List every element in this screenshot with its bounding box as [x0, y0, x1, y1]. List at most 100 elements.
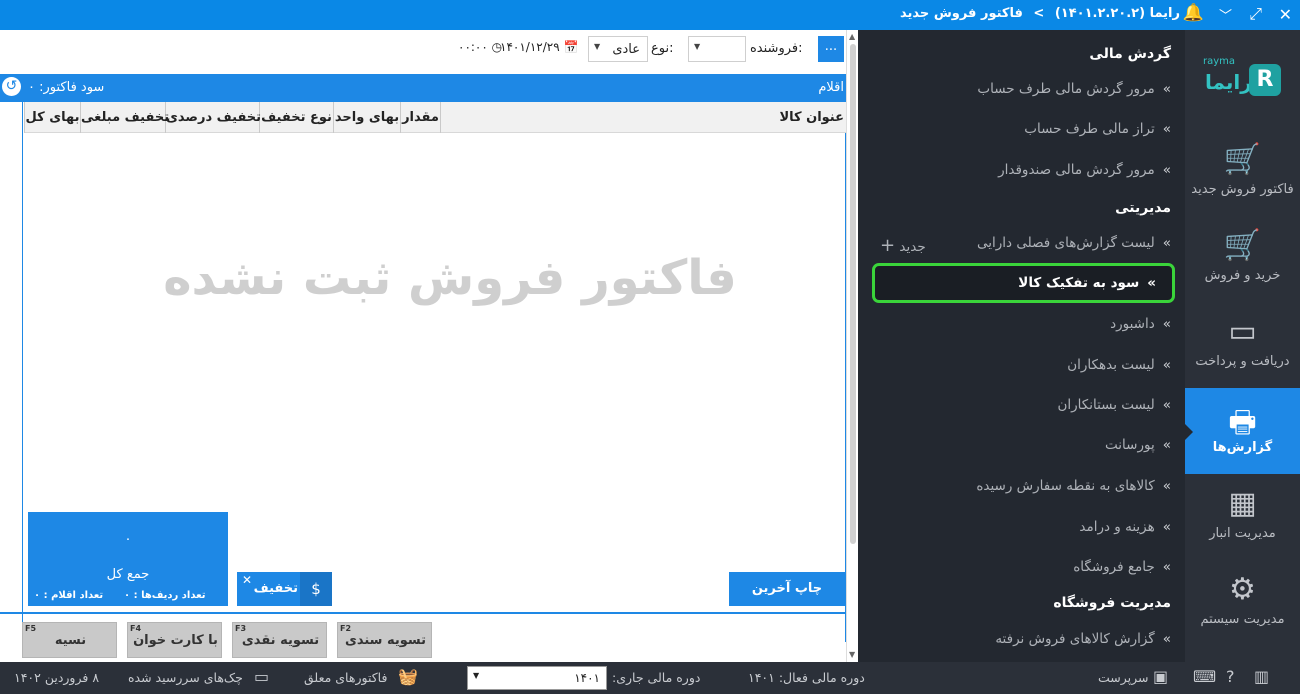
menu-item[interactable]: »تراز مالی طرف حساب: [1024, 121, 1171, 137]
col-unit-price[interactable]: بهای واحد: [333, 102, 400, 133]
period-select[interactable]: ▼ ۱۴۰۱: [467, 666, 607, 690]
double-chevron-icon: »: [1162, 121, 1171, 137]
button-label: تسویه سندی: [344, 633, 427, 648]
document-settlement-button[interactable]: F2 تسویه سندی: [337, 622, 432, 658]
double-chevron-icon: »: [1147, 275, 1156, 291]
dropdown-arrow-icon: ▼: [694, 42, 701, 51]
rayma-logo: rayma رایما R: [1203, 56, 1283, 106]
card-icon[interactable]: ▭: [254, 667, 269, 686]
scrollbar-thumb[interactable]: [850, 44, 856, 544]
shortcut-key: F4: [130, 624, 142, 633]
menu-item[interactable]: »جامع فروشگاه: [1073, 559, 1171, 575]
section-store: مدیریت فروشگاه: [1053, 595, 1171, 611]
col-discount-percent[interactable]: تخفیف درصدی: [165, 102, 261, 133]
section-management: مدیریتی: [1115, 200, 1171, 216]
app-version: (۱۴۰۱.۲.۲۰.۲): [1054, 6, 1146, 21]
items-header: اقلام: [818, 80, 844, 95]
expand-icon[interactable]: ⤢: [1249, 4, 1262, 24]
bell-icon[interactable]: 🔔: [1183, 3, 1204, 23]
chevron-down-icon[interactable]: ﹀: [1219, 5, 1232, 24]
menu-item[interactable]: »داشبورد: [1110, 316, 1171, 332]
button-label: با کارت خوان: [133, 633, 218, 648]
sidebar-item-new-invoice[interactable]: 🛒 فاکتور فروش جدید: [1185, 130, 1300, 216]
active-period: دوره مالی فعال: ۱۴۰۱: [748, 670, 865, 685]
close-icon[interactable]: ✕: [242, 573, 252, 587]
seller-select[interactable]: ▼: [688, 36, 746, 62]
help-icon[interactable]: ?: [1226, 667, 1235, 686]
print-last-invoice-button[interactable]: چاپ آخرین فاکتور: [729, 572, 845, 630]
col-discount-type[interactable]: نوع تخفیف: [259, 102, 333, 133]
menu-item-active[interactable]: »سود به تفکیک کالا: [872, 263, 1175, 303]
new-report-link[interactable]: جدید +: [880, 235, 926, 256]
main-sidebar: rayma رایما R 🛒 فاکتور فروش جدید 🛒 خرید …: [1185, 30, 1300, 662]
pending-invoices-link[interactable]: فاکتورهای معلق: [304, 670, 387, 685]
logo-name: رایما: [1205, 70, 1252, 94]
clock-icon: ◷: [491, 40, 503, 54]
total-label: جمع کل: [106, 567, 150, 582]
double-chevron-icon: »: [1162, 162, 1171, 178]
double-chevron-icon: »: [1162, 81, 1171, 97]
menu-item[interactable]: »لیست بدهکاران: [1067, 357, 1171, 373]
scroll-up-icon[interactable]: ▲: [849, 32, 855, 41]
date-field[interactable]: ۱۴۰۱/۱۲/۲۹ 📅: [500, 40, 578, 54]
type-label: نوع:: [651, 41, 674, 56]
vertical-scrollbar[interactable]: ▲ ▼: [846, 30, 858, 662]
shortcut-key: F5: [25, 624, 37, 633]
reports-menu: گردش مالی »مرور گردش مالی طرف حساب »تراز…: [858, 30, 1185, 662]
menu-item[interactable]: »کالاهای به نقطه سفارش رسیده: [976, 478, 1171, 494]
button-label: تسویه نقدی: [241, 633, 320, 648]
sidebar-item-reports[interactable]: 🖶 گزارش‌ها: [1185, 388, 1300, 474]
scroll-down-icon[interactable]: ▼: [849, 650, 855, 659]
logo-latin: rayma: [1203, 56, 1236, 67]
total-value: ۰: [124, 532, 132, 547]
double-chevron-icon: »: [1162, 631, 1171, 647]
breadcrumb-separator: >: [1033, 6, 1045, 21]
menu-item[interactable]: »گزارش کالاهای فروش نرفته: [995, 631, 1171, 647]
film-icon[interactable]: ▥: [1254, 667, 1269, 686]
button-label: نسیه: [54, 633, 87, 648]
period-value: ۱۴۰۱: [574, 671, 600, 685]
close-icon[interactable]: ✕: [1279, 5, 1292, 24]
double-chevron-icon: »: [1162, 357, 1171, 373]
invoice-panel: ... فروشنده: ▼ نوع: ▼ عادی ۱۴۰۱/۱۲/۲۹ 📅 …: [0, 30, 858, 662]
sidebar-item-system[interactable]: ⚙ مدیریت سیستم: [1185, 560, 1300, 646]
grid-icon: ▦: [1228, 486, 1257, 521]
double-chevron-icon: »: [1162, 316, 1171, 332]
row-count: تعداد ردیف‌ها : ۰: [124, 590, 206, 601]
menu-item[interactable]: »هزینه و درامد: [1079, 519, 1171, 535]
sidebar-item-warehouse[interactable]: ▦ مدیریت انبار: [1185, 474, 1300, 560]
menu-item[interactable]: »پورسانت: [1105, 437, 1171, 453]
app-name: رایما: [1149, 6, 1180, 21]
col-discount-amount[interactable]: تخفیف مبلغی: [80, 102, 169, 133]
invoice-toolbar: ... فروشنده: ▼ نوع: ▼ عادی ۱۴۰۱/۱۲/۲۹ 📅 …: [0, 30, 858, 72]
more-button[interactable]: ...: [818, 36, 844, 62]
cash-settlement-button[interactable]: F3 تسویه نقدی: [232, 622, 327, 658]
calendar-icon: 📅: [563, 40, 579, 54]
discount-button[interactable]: $ تخفیف ✕: [237, 572, 332, 606]
credit-button[interactable]: F5 نسیه: [22, 622, 117, 658]
history-icon[interactable]: ↺: [2, 77, 21, 96]
double-chevron-icon: »: [1162, 397, 1171, 413]
col-product-title[interactable]: عنوان کالا: [440, 102, 846, 133]
basket-icon[interactable]: 🧺: [398, 667, 418, 686]
gear-icon: ⚙: [1229, 572, 1256, 607]
card-icon: ▭: [1228, 314, 1257, 349]
item-count: تعداد اقلام : ۰: [34, 590, 104, 601]
due-cheques-link[interactable]: چک‌های سررسید شده: [128, 670, 243, 685]
invoice-profit: سود فاکتور: ۰: [28, 80, 105, 95]
keyboard-icon[interactable]: ⌨: [1193, 667, 1216, 686]
col-quantity[interactable]: مقدار: [400, 102, 440, 133]
type-select[interactable]: ▼ عادی: [588, 36, 648, 62]
current-date: ۸ فروردین ۱۴۰۲: [14, 670, 100, 685]
menu-item[interactable]: »لیست بستانکاران: [1057, 397, 1171, 413]
sidebar-item-payments[interactable]: ▭ دریافت و پرداخت: [1185, 302, 1300, 388]
menu-item[interactable]: »مرور گردش مالی طرف حساب: [977, 81, 1171, 97]
time-value: ۰۰:۰۰: [458, 40, 488, 54]
time-field[interactable]: ۰۰:۰۰ ◷: [458, 40, 502, 54]
menu-item[interactable]: »مرور گردش مالی صندوقدار: [998, 162, 1171, 178]
double-chevron-icon: »: [1162, 559, 1171, 575]
col-total-price[interactable]: بهای کل: [24, 102, 80, 133]
sidebar-item-buy-sell[interactable]: 🛒 خرید و فروش: [1185, 216, 1300, 302]
menu-item[interactable]: »لیست گزارش‌های فصلی دارایی: [977, 235, 1171, 251]
card-reader-button[interactable]: F4 با کارت خوان: [127, 622, 222, 658]
